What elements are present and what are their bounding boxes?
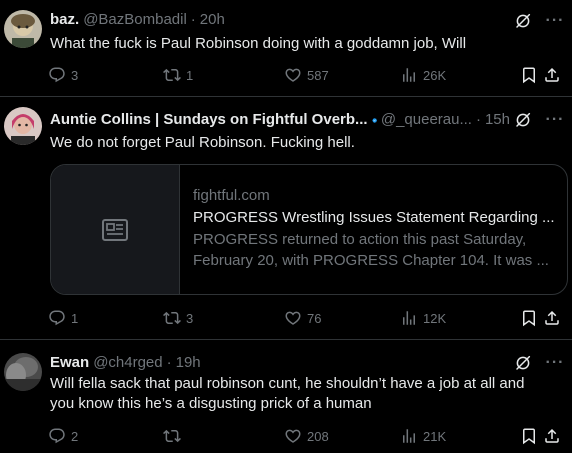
card-thumbnail	[51, 165, 180, 294]
article-icon	[102, 218, 128, 241]
share-icon	[543, 309, 561, 327]
retweet-button[interactable]: 1	[163, 65, 193, 85]
retweet-icon	[163, 66, 181, 84]
card-description-line: PROGRESS returned to action this past Sa…	[193, 231, 527, 248]
verified-icon	[371, 117, 377, 123]
share-icon	[543, 66, 561, 84]
share-button[interactable]	[543, 308, 561, 328]
like-button[interactable]: 208	[284, 426, 329, 446]
like-button[interactable]: 76	[284, 308, 321, 328]
like-button[interactable]: 587	[284, 65, 329, 85]
share-button[interactable]	[543, 65, 561, 85]
retweet-count: 1	[186, 67, 194, 83]
more-icon[interactable]: ···	[546, 354, 564, 372]
bookmark-button[interactable]	[520, 65, 538, 85]
timestamp[interactable]: 15h	[485, 110, 510, 130]
tweet-3[interactable]: Ewan @ch4rged · 19h ··· Will fella sack …	[0, 340, 572, 453]
grok-icon[interactable]	[514, 354, 532, 372]
bookmark-icon	[520, 427, 538, 445]
link-card[interactable]: fightful.com PROGRESS Wrestling Issues S…	[50, 164, 568, 295]
card-description-line: February 20, with PROGRESS Chapter 104. …	[193, 252, 549, 269]
retweet-button[interactable]	[163, 426, 186, 446]
views-count: 21K	[423, 428, 447, 444]
grok-icon[interactable]	[514, 12, 532, 30]
share-button[interactable]	[543, 426, 561, 446]
retweet-count: 3	[186, 310, 194, 326]
separator: ·	[166, 354, 172, 371]
tweet-header: baz. @BazBombadil · 20h	[50, 10, 512, 30]
card-description: PROGRESS returned to action this past Sa…	[193, 229, 555, 271]
bookmark-icon	[520, 66, 538, 84]
display-name[interactable]: Ewan	[50, 353, 89, 373]
card-domain: fightful.com	[193, 187, 270, 204]
reply-icon	[48, 427, 66, 445]
retweet-button[interactable]: 3	[163, 308, 193, 328]
tweet-text: What the fuck is Paul Robinson doing wit…	[50, 35, 467, 52]
timestamp[interactable]: 19h	[176, 353, 201, 373]
like-count: 587	[307, 67, 329, 83]
retweet-icon	[163, 427, 181, 445]
tweet-text: Will fella sack that paul robinson cunt,…	[50, 374, 562, 414]
tweet-1[interactable]: baz. @BazBombadil · 20h ··· What the fuc…	[0, 0, 572, 97]
tweet-text-line: Will fella sack that paul robinson cunt,…	[50, 375, 525, 392]
reply-icon	[48, 66, 66, 84]
avatar[interactable]	[4, 353, 42, 391]
like-icon	[284, 66, 302, 84]
like-icon	[284, 309, 302, 327]
views-count: 26K	[423, 67, 447, 83]
display-name[interactable]: Auntie Collins | Sundays on Fightful Ove…	[50, 110, 368, 130]
separator: ·	[190, 11, 196, 28]
handle[interactable]: @BazBombadil	[83, 10, 187, 30]
tweet-2[interactable]: Auntie Collins | Sundays on Fightful Ove…	[0, 97, 572, 340]
tweet-header: Auntie Collins | Sundays on Fightful Ove…	[50, 110, 510, 130]
reply-count: 1	[71, 310, 79, 326]
like-count: 76	[307, 310, 322, 326]
views-icon	[400, 427, 418, 445]
views-button[interactable]: 26K	[400, 65, 446, 85]
bookmark-icon	[520, 309, 538, 327]
reply-button[interactable]: 1	[48, 308, 78, 328]
timestamp[interactable]: 20h	[200, 10, 225, 30]
tweet-text: We do not forget Paul Robinson. Fucking …	[50, 134, 355, 151]
separator: ·	[475, 111, 481, 128]
reply-button[interactable]: 2	[48, 426, 78, 446]
more-icon[interactable]: ···	[546, 111, 564, 129]
reply-count: 2	[71, 428, 79, 444]
retweet-icon	[163, 309, 181, 327]
bookmark-button[interactable]	[520, 308, 538, 328]
avatar[interactable]	[4, 107, 42, 145]
handle[interactable]: @ch4rged	[93, 353, 162, 373]
share-icon	[543, 427, 561, 445]
bookmark-button[interactable]	[520, 426, 538, 446]
reply-icon	[48, 309, 66, 327]
views-icon	[400, 309, 418, 327]
views-button[interactable]: 21K	[400, 426, 446, 446]
handle[interactable]: @_queerau...	[381, 110, 472, 130]
display-name[interactable]: baz.	[50, 10, 79, 30]
like-icon	[284, 427, 302, 445]
tweet-text-line: you know this he’s a disgusting prick of…	[50, 395, 372, 412]
views-icon	[400, 66, 418, 84]
more-icon[interactable]: ···	[546, 12, 564, 30]
like-count: 208	[307, 428, 329, 444]
avatar[interactable]	[4, 10, 42, 48]
reply-count: 3	[71, 67, 79, 83]
reply-button[interactable]: 3	[48, 65, 78, 85]
grok-icon[interactable]	[514, 111, 532, 129]
views-count: 12K	[423, 310, 447, 326]
card-title: PROGRESS Wrestling Issues Statement Rega…	[193, 209, 555, 226]
tweet-header: Ewan @ch4rged · 19h	[50, 353, 512, 373]
views-button[interactable]: 12K	[400, 308, 446, 328]
